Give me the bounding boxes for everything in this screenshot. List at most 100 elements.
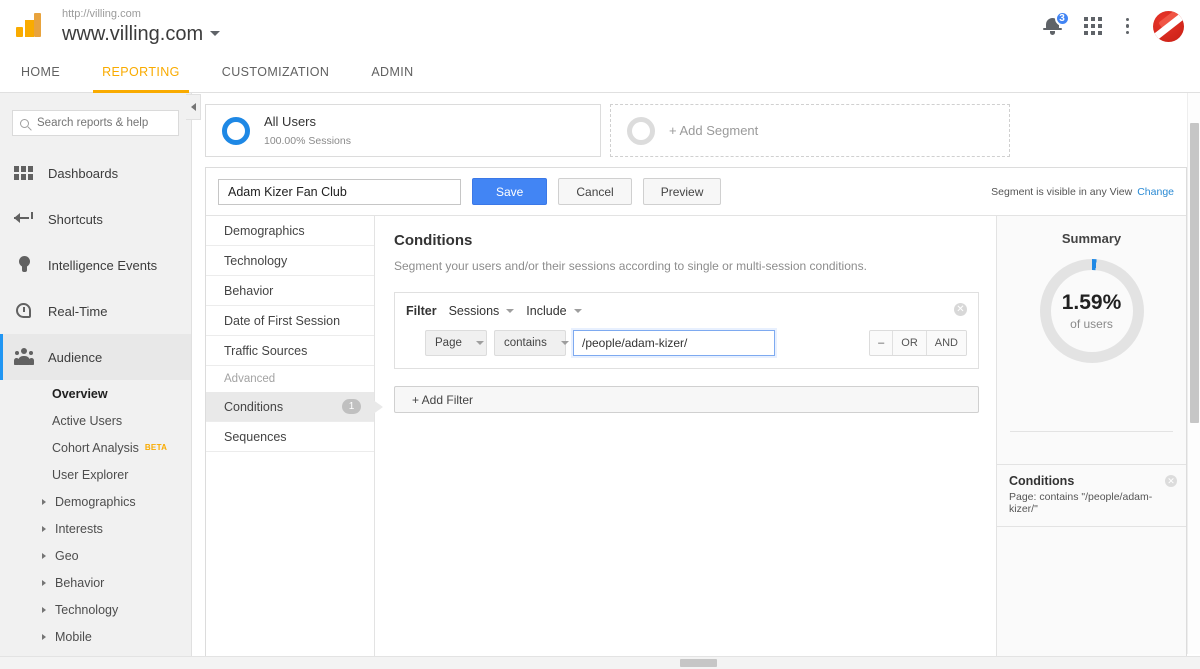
sidebar-item-active-users[interactable]: Active Users [0, 407, 191, 434]
or-button[interactable]: OR [893, 331, 927, 355]
filter-group: ✕ Filter Sessions Include Page contains … [394, 292, 979, 369]
tab-customization[interactable]: CUSTOMIZATION [201, 52, 351, 92]
segment-category-traffic-sources[interactable]: Traffic Sources [206, 336, 374, 366]
segment-category-behavior[interactable]: Behavior [206, 276, 374, 306]
horizontal-scrollbar-thumb[interactable] [680, 659, 717, 667]
dashboards-icon [14, 163, 34, 183]
segment-category-conditions[interactable]: Conditions 1 [206, 392, 374, 422]
summary-conditions-detail: Page: contains "/people/adam-kizer/" [1009, 491, 1153, 515]
save-button[interactable]: Save [472, 178, 548, 205]
remove-filter-group-icon[interactable]: ✕ [954, 303, 967, 316]
add-segment-button[interactable]: + Add Segment [610, 104, 1010, 157]
dimension-select[interactable]: Page [425, 330, 487, 356]
and-button[interactable]: AND [926, 331, 966, 355]
segment-builder: Save Cancel Preview Segment is visible i… [205, 167, 1187, 662]
sidebar-label-real-time: Real-Time [48, 303, 108, 319]
search-input[interactable] [35, 116, 171, 130]
sidebar-item-real-time[interactable]: Real-Time [0, 288, 191, 334]
segment-name-input[interactable] [218, 178, 461, 205]
category-label: Technology [224, 253, 288, 268]
filter-label: Filter [406, 304, 437, 318]
segment-all-users[interactable]: All Users 100.00% Sessions [205, 104, 601, 157]
segment-category-group-advanced: Advanced [206, 366, 374, 392]
sidebar-label-geo: Geo [55, 548, 79, 563]
avatar[interactable] [1153, 10, 1184, 42]
filter-group-header: Filter Sessions Include [406, 304, 967, 318]
audience-icon [14, 347, 34, 367]
shortcuts-icon [14, 209, 34, 229]
top-bar: http://villing.com www.villing.com 3 [0, 0, 1200, 52]
sidebar-item-technology[interactable]: Technology [0, 596, 191, 623]
summary-panel: Summary 1.59% of users ✕ Conditions Page… [996, 215, 1186, 662]
tab-home[interactable]: HOME [0, 52, 81, 92]
segment-category-date-of-first-session[interactable]: Date of First Session [206, 306, 374, 336]
preview-button[interactable]: Preview [642, 178, 722, 205]
sidebar-item-mobile[interactable]: Mobile [0, 623, 191, 650]
segment-name: All Users [264, 113, 317, 129]
segment-category-demographics[interactable]: Demographics [206, 216, 374, 246]
segment-category-sequences[interactable]: Sequences [206, 422, 374, 452]
sidebar-collapse-button[interactable] [186, 94, 201, 120]
filter-mode-select[interactable]: Include [526, 304, 582, 318]
segment-category-technology[interactable]: Technology [206, 246, 374, 276]
sidebar-item-dashboards[interactable]: Dashboards [0, 150, 191, 196]
filter-scope-select[interactable]: Sessions [449, 304, 515, 318]
sidebar-item-audience[interactable]: Audience [0, 334, 191, 380]
summary-title: Summary [1061, 231, 1122, 246]
filter-row: Page contains – OR AND [406, 328, 967, 358]
search-reports-box[interactable] [12, 110, 179, 136]
sidebar-label-user-explorer: User Explorer [52, 467, 129, 482]
bulb-icon [14, 255, 34, 275]
chevron-down-icon [573, 309, 582, 313]
operator-select[interactable]: contains [494, 330, 569, 356]
remove-summary-condition-icon[interactable]: ✕ [1165, 475, 1177, 487]
filter-value-input[interactable] [571, 328, 777, 358]
property-name-label: www.villing.com [62, 22, 204, 45]
conditions-panel: Conditions Segment your users and/or the… [375, 215, 996, 662]
sidebar-item-behavior[interactable]: Behavior [0, 569, 191, 596]
tab-admin[interactable]: ADMIN [350, 52, 434, 92]
clock-icon [14, 301, 34, 321]
collapse-left-icon [190, 103, 196, 111]
chevron-right-icon [42, 498, 46, 505]
segment-category-list: Demographics Technology Behavior Date of… [206, 215, 375, 662]
segment-sessions: 100.00% Sessions [264, 134, 351, 147]
sidebar-item-overview[interactable]: Overview [0, 380, 191, 407]
visibility-change-link[interactable]: Change [1137, 186, 1174, 198]
sidebar-item-interests[interactable]: Interests [0, 515, 191, 542]
more-vert-icon[interactable] [1120, 16, 1136, 37]
filter-mode-value: Include [526, 304, 567, 318]
summary-percent: 1.59% [1061, 291, 1122, 314]
vertical-scrollbar[interactable] [1187, 93, 1200, 654]
cancel-button[interactable]: Cancel [558, 178, 632, 205]
category-label: Sequences [224, 429, 287, 444]
summary-donut-wrap: 1.59% of users [997, 259, 1186, 363]
horizontal-scrollbar[interactable] [0, 656, 1200, 669]
tab-reporting[interactable]: REPORTING [81, 52, 201, 93]
vertical-scrollbar-thumb[interactable] [1190, 123, 1199, 423]
sidebar-label-overview: Overview [52, 386, 108, 401]
sidebar-item-user-explorer[interactable]: User Explorer [0, 461, 191, 488]
add-filter-button[interactable]: + Add Filter [394, 386, 979, 413]
category-label: Date of First Session [224, 313, 341, 328]
sidebar-item-intelligence-events[interactable]: Intelligence Events [0, 242, 191, 288]
property-name[interactable]: www.villing.com [62, 22, 221, 45]
chevron-right-icon [42, 633, 46, 640]
sidebar-label-dashboards: Dashboards [48, 165, 119, 181]
sidebar-item-demographics[interactable]: Demographics [0, 488, 191, 515]
sidebar-label-audience: Audience [48, 349, 103, 365]
sidebar-item-geo[interactable]: Geo [0, 542, 191, 569]
sidebar-label-mobile: Mobile [55, 629, 92, 644]
remove-filter-row-button[interactable]: – [870, 331, 894, 355]
property-selector[interactable]: http://villing.com www.villing.com [62, 8, 221, 45]
sidebar-item-cohort-analysis[interactable]: Cohort Analysis BETA [0, 434, 191, 461]
category-label: Demographics [224, 223, 305, 238]
dimension-value: Page [435, 337, 462, 349]
notifications-badge: 3 [1054, 11, 1070, 26]
segment-bar: All Users 100.00% Sessions + Add Segment [192, 93, 1200, 157]
notifications-button[interactable]: 3 [1042, 11, 1070, 38]
sidebar-item-shortcuts[interactable]: Shortcuts [0, 196, 191, 242]
google-analytics-app: http://villing.com www.villing.com 3 HOM… [0, 0, 1200, 669]
apps-grid-icon[interactable] [1083, 17, 1102, 35]
chevron-down-icon [210, 31, 221, 36]
